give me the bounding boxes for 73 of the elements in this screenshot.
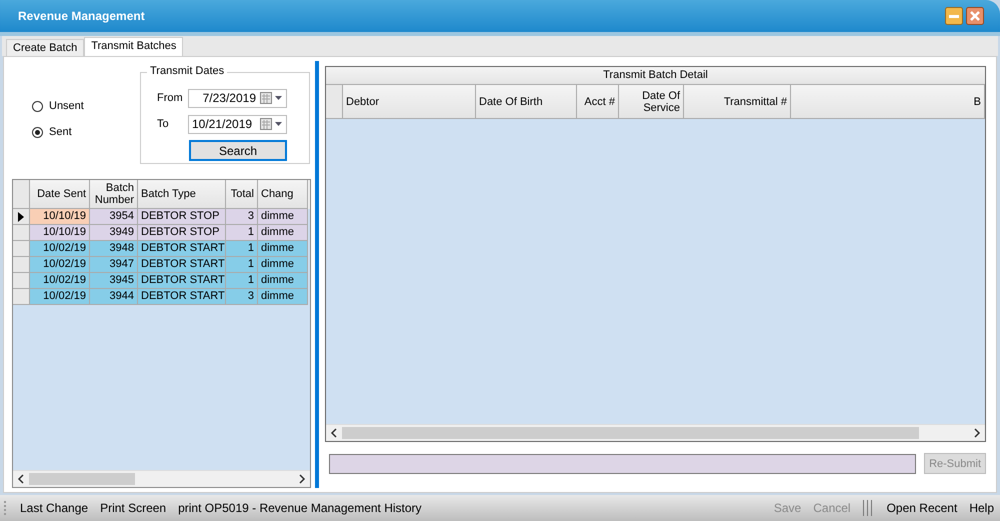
window-title: Revenue Management: [18, 9, 146, 23]
table-cell: 3954: [90, 209, 138, 225]
row-header[interactable]: [13, 209, 30, 225]
column-header[interactable]: Date Sent: [30, 180, 90, 209]
column-header[interactable]: Batch Number: [90, 180, 138, 209]
status-button[interactable]: Last Change: [20, 501, 88, 515]
search-button[interactable]: Search: [189, 140, 287, 161]
scroll-left-icon[interactable]: [330, 428, 338, 438]
table-cell: DEBTOR START: [138, 241, 226, 257]
table-cell: 1: [226, 225, 258, 241]
table-cell: 10/02/19: [30, 289, 90, 305]
column-header[interactable]: Chang: [258, 180, 308, 209]
column-header[interactable]: B: [791, 85, 985, 119]
table-cell: 1: [226, 273, 258, 289]
table-cell: dimme: [258, 273, 308, 289]
table-cell: dimme: [258, 257, 308, 273]
status-button[interactable]: Print Screen: [100, 501, 166, 515]
date-field[interactable]: 7/23/2019: [188, 88, 287, 108]
table-cell: dimme: [258, 225, 308, 241]
table-cell: DEBTOR START: [138, 289, 226, 305]
scroll-right-icon[interactable]: [298, 474, 306, 484]
table-cell: dimme: [258, 209, 308, 225]
table-cell: DEBTOR START: [138, 273, 226, 289]
table-cell: 3947: [90, 257, 138, 273]
column-header[interactable]: Transmittal #: [684, 85, 791, 119]
scrollbar[interactable]: [326, 424, 985, 441]
radio-label[interactable]: Sent: [49, 126, 72, 138]
scroll-right-icon[interactable]: [973, 428, 981, 438]
table-cell: 3: [226, 209, 258, 225]
table-cell: 10/10/19: [30, 225, 90, 241]
status-button[interactable]: Help: [969, 501, 994, 515]
column-header[interactable]: Acct #: [577, 85, 619, 119]
table-cell: DEBTOR STOP: [138, 225, 226, 241]
status-button[interactable]: Open Recent: [886, 501, 958, 515]
calendar-dropdown-icon[interactable]: [260, 92, 284, 104]
table-cell: 3945: [90, 273, 138, 289]
calendar-dropdown-icon[interactable]: [260, 118, 284, 130]
table-cell: dimme: [258, 241, 308, 257]
group-title: Transmit Dates: [147, 65, 228, 77]
status-button[interactable]: print OP5019 - Revenue Management History: [178, 501, 422, 515]
tab[interactable]: Transmit Batches: [84, 37, 184, 56]
table-cell: 3949: [90, 225, 138, 241]
table-cell: 3: [226, 289, 258, 305]
radio-button[interactable]: [32, 100, 43, 112]
scrollbar[interactable]: [13, 470, 310, 487]
field-label: To: [157, 118, 170, 130]
close-button[interactable]: [966, 7, 984, 25]
table-cell: 3944: [90, 289, 138, 305]
column-header[interactable]: Total: [226, 180, 258, 209]
column-header[interactable]: Date Of Birth: [476, 85, 577, 119]
table-cell: 10/02/19: [30, 257, 90, 273]
table-cell: DEBTOR STOP: [138, 209, 226, 225]
radio-button[interactable]: [32, 126, 43, 138]
column-header[interactable]: Date Of Service: [619, 85, 684, 119]
table-cell: 10/02/19: [30, 273, 90, 289]
table-cell: 10/02/19: [30, 241, 90, 257]
grid-title: Transmit Batch Detail: [326, 67, 985, 85]
table-cell: 3948: [90, 241, 138, 257]
header-corner: [326, 85, 343, 119]
table-cell: 1: [226, 257, 258, 273]
date-field[interactable]: 10/21/2019: [188, 114, 287, 134]
column-header[interactable]: Debtor: [343, 85, 476, 119]
table-cell: dimme: [258, 289, 308, 305]
tab[interactable]: Create Batch: [6, 39, 84, 56]
scroll-left-icon[interactable]: [17, 474, 25, 484]
table-cell: 1: [226, 241, 258, 257]
table-cell: DEBTOR START: [138, 257, 226, 273]
field-label: From: [157, 92, 184, 104]
column-header[interactable]: Batch Type: [138, 180, 226, 209]
header-corner: [13, 180, 30, 209]
table-cell: 10/10/19: [30, 209, 90, 225]
minimize-button[interactable]: [945, 7, 963, 25]
radio-label[interactable]: Unsent: [49, 100, 84, 112]
